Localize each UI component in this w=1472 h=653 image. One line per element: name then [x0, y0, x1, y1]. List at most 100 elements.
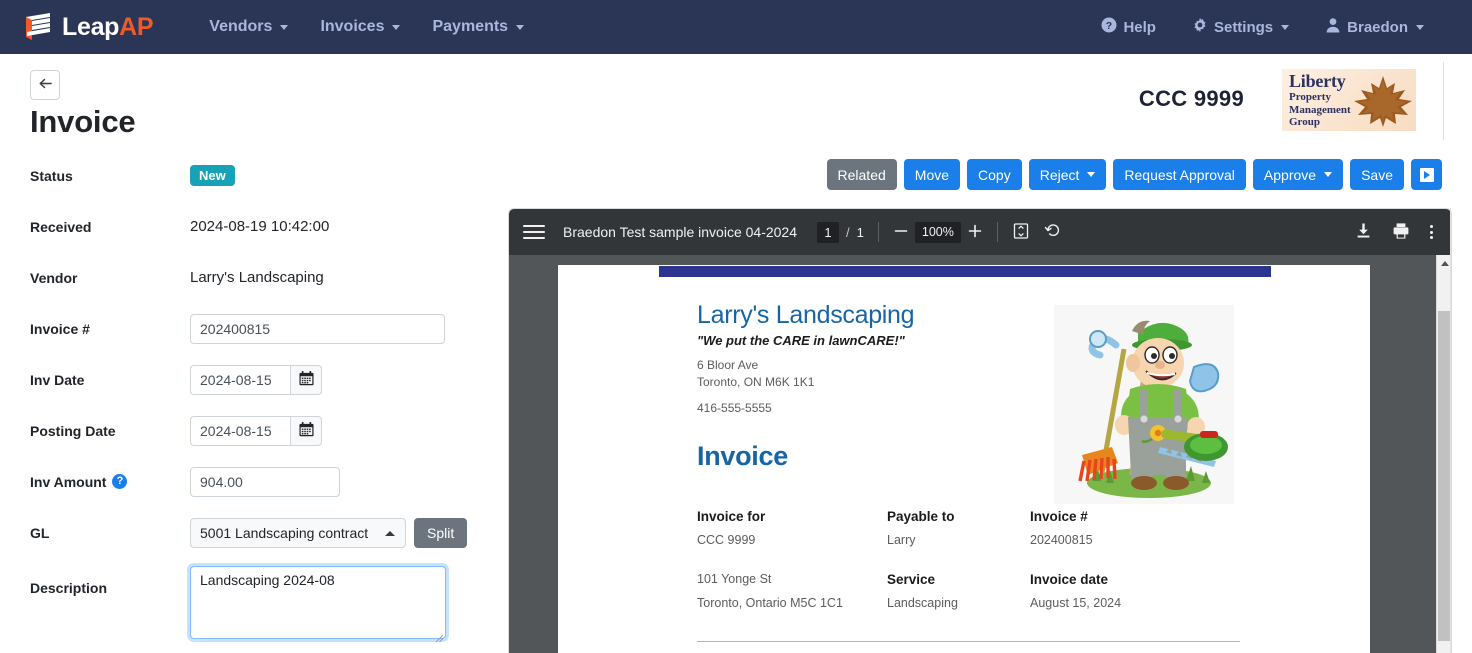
more-vertical-icon[interactable] [1430, 225, 1433, 239]
doc-bill-address-line-2: Toronto, Ontario M5C 1C1 [697, 596, 843, 610]
nav-item-vendors[interactable]: Vendors [193, 10, 304, 44]
approve-button-label: Approve [1263, 166, 1317, 183]
liberty-sub-line-2: Management [1289, 103, 1351, 116]
question-circle-icon[interactable]: ? [112, 474, 128, 489]
nav-item-settings-label: Settings [1213, 18, 1274, 36]
step-forward-icon [1419, 167, 1434, 182]
reject-button[interactable]: Reject [1028, 159, 1107, 190]
pdf-vertical-scrollbar[interactable] [1436, 255, 1451, 653]
main-nav-links: Vendors Invoices Payments [193, 10, 540, 44]
nav-item-invoices[interactable]: Invoices [304, 10, 416, 44]
user-icon [1325, 17, 1341, 37]
nav-right-group: ? Help Settings Braedon [1085, 9, 1454, 45]
posting-date-calendar-button[interactable] [290, 415, 322, 446]
split-button[interactable]: Split [414, 517, 468, 548]
nav-item-help-label: Help [1123, 18, 1156, 36]
inv-date-calendar-button[interactable] [290, 364, 322, 395]
form-row-received: Received 2024-08-19 10:42:00 [0, 201, 505, 252]
pdf-viewer-panel: Braedon Test sample invoice 04-2024 / 1 … [508, 208, 1452, 653]
form-row-posting-date: Posting Date [0, 405, 505, 456]
doc-bill-address-line-1: 101 Yonge St [697, 572, 772, 586]
pdf-toolbar: Braedon Test sample invoice 04-2024 / 1 … [509, 209, 1451, 255]
invoice-number-input[interactable] [190, 313, 445, 344]
pdf-document-area[interactable]: Larry's Landscaping "We put the CARE in … [509, 255, 1451, 653]
calendar-icon [298, 370, 314, 389]
gl-select[interactable]: 5001 Landscaping contract [190, 517, 406, 548]
page-title: Invoice [30, 104, 136, 139]
form-row-invoice-number: Invoice # [0, 303, 505, 354]
pdf-print-button[interactable] [1392, 222, 1410, 243]
gardener-cartoon-icon [1054, 305, 1234, 504]
invoice-page: LeapAP Vendors Invoices Payments ? Help [0, 0, 1472, 653]
description-wrapper [190, 566, 446, 643]
request-approval-button-label: Request Approval [1124, 166, 1235, 183]
move-button[interactable]: Move [903, 159, 961, 190]
vendor-label: Vendor [30, 269, 78, 286]
pdf-zoom-in-button[interactable] [967, 223, 983, 242]
liberty-sub-line-3: Group [1289, 116, 1320, 128]
inv-date-input[interactable] [190, 364, 290, 395]
related-button[interactable]: Related [826, 159, 897, 190]
action-button-bar: Related Move Copy Reject Request Approva… [826, 159, 1442, 190]
inv-amount-label: Inv Amount ? [30, 474, 190, 490]
doc-invoice-date-value: August 15, 2024 [1030, 596, 1122, 610]
save-button-label: Save [1361, 166, 1393, 183]
svg-text:?: ? [1106, 20, 1112, 32]
nav-item-help[interactable]: ? Help [1085, 9, 1172, 45]
nav-item-user-label: Braedon [1347, 18, 1408, 36]
brand-text: LeapAP [62, 12, 154, 42]
pdf-page-1: Larry's Landscaping "We put the CARE in … [558, 265, 1370, 653]
pdf-rotate-button[interactable] [1044, 222, 1062, 243]
reject-button-label: Reject [1039, 166, 1080, 183]
chevron-down-icon [1416, 24, 1424, 30]
chevron-down-icon [280, 24, 289, 30]
pdf-zoom-level[interactable]: 100% [914, 221, 961, 243]
posting-date-label: Posting Date [30, 422, 116, 439]
request-approval-button[interactable]: Request Approval [1113, 159, 1246, 190]
pdf-download-button[interactable] [1355, 222, 1372, 242]
pdf-fit-page-button[interactable] [1012, 222, 1030, 243]
chevron-down-icon [1281, 24, 1290, 30]
pdf-page-separator: / [846, 224, 850, 240]
copy-button[interactable]: Copy [967, 159, 1022, 190]
vendor-value[interactable]: Larry's Landscaping [190, 269, 324, 286]
cost-center-code: CCC 9999 [1138, 86, 1244, 111]
pdf-zoom-out-button[interactable] [893, 223, 909, 242]
doc-payable-to-label: Payable to [887, 509, 955, 524]
nav-item-user-braedon[interactable]: Braedon [1309, 9, 1440, 45]
form-row-status: Status New [0, 150, 505, 201]
invoice-document-content: Larry's Landscaping "We put the CARE in … [697, 301, 1257, 642]
chevron-down-icon [1324, 172, 1333, 177]
hamburger-menu-icon[interactable] [523, 225, 545, 239]
nav-item-vendors-label: Vendors [209, 18, 273, 35]
gl-label: GL [30, 524, 50, 541]
chevron-down-icon [516, 24, 525, 30]
next-invoice-button[interactable] [1411, 159, 1442, 190]
back-button[interactable] [30, 70, 60, 100]
inv-date-label: Inv Date [30, 371, 85, 388]
posting-date-input[interactable] [190, 415, 290, 446]
inv-amount-input[interactable] [190, 466, 340, 497]
doc-service-value: Landscaping [887, 596, 958, 610]
related-button-label: Related [837, 166, 886, 183]
print-icon [1392, 222, 1410, 243]
nav-item-invoices-label: Invoices [320, 18, 385, 35]
save-button[interactable]: Save [1350, 159, 1404, 190]
arrow-left-icon [37, 75, 54, 95]
gl-selected-value: 5001 Landscaping contract [200, 524, 369, 541]
description-textarea[interactable] [190, 566, 446, 639]
form-row-vendor: Vendor Larry's Landscaping [0, 252, 505, 303]
brand-leap-text: Leap [62, 12, 120, 41]
pdf-page-input[interactable] [817, 221, 840, 243]
brand-ap-text: AP [119, 12, 154, 41]
doc-service-label: Service [887, 572, 936, 587]
pdf-filename: Braedon Test sample invoice 04-2024 [563, 224, 798, 240]
doc-payable-to-value: Larry [887, 533, 916, 547]
nav-item-settings[interactable]: Settings [1176, 9, 1305, 45]
nav-item-payments[interactable]: Payments [416, 10, 540, 44]
form-row-description: Description [0, 558, 505, 643]
question-circle-icon: ? [1101, 17, 1117, 37]
approve-button[interactable]: Approve [1252, 159, 1344, 190]
brand-logo-link[interactable]: LeapAP [22, 11, 154, 43]
scroll-up-arrow-icon[interactable] [1437, 255, 1451, 271]
